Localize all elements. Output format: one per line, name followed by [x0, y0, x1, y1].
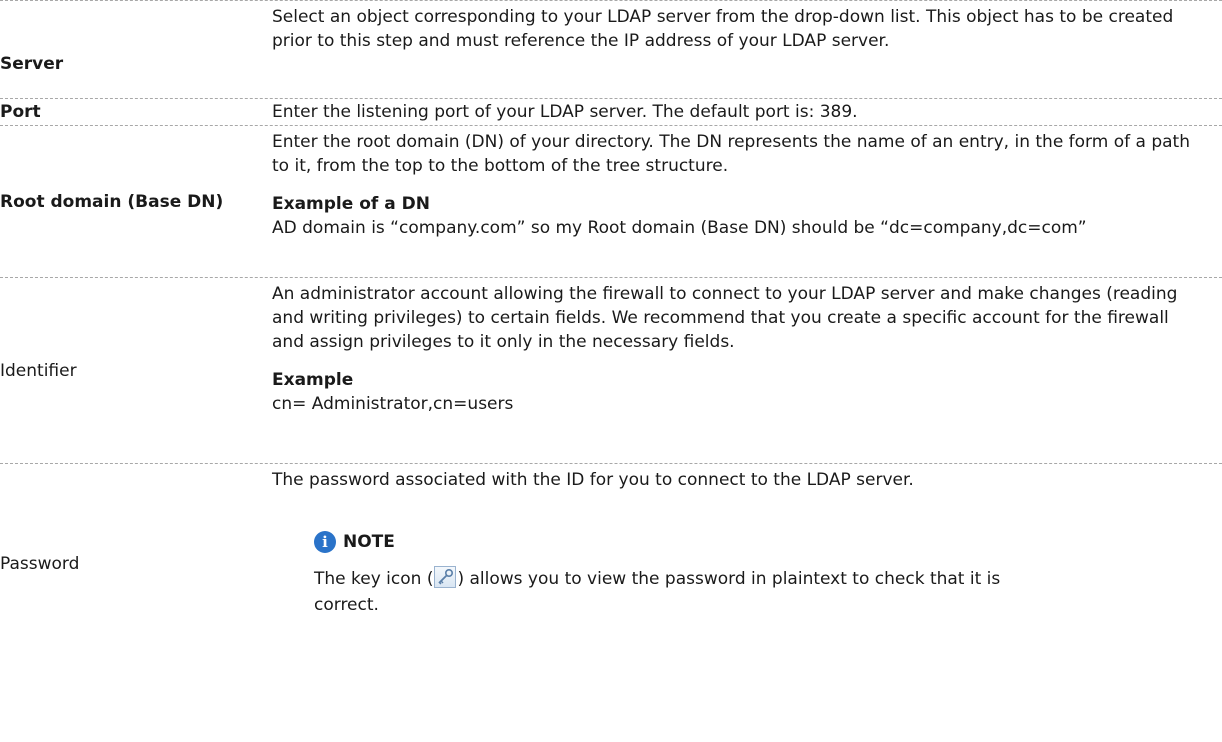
identifier-label: Identifier: [0, 360, 77, 381]
info-icon: i: [314, 531, 336, 553]
note-block: i NOTE The key icon ( ) allows you to vi…: [314, 530, 1202, 618]
note-title: i NOTE: [314, 530, 1202, 554]
note-text-before: The key icon (: [314, 569, 434, 589]
password-label: Password: [0, 554, 80, 574]
password-description: The password associated with the ID for …: [272, 464, 1222, 742]
note-text: The key icon ( ) allows you to view the …: [314, 566, 1014, 618]
server-description-text: Select an object corresponding to your L…: [272, 7, 1174, 51]
identifier-description-text: An administrator account allowing the fi…: [272, 284, 1178, 352]
key-icon: [434, 566, 457, 588]
row-identifier: Identifier An administrator account allo…: [0, 277, 1222, 463]
port-description-text: Enter the listening port of your LDAP se…: [272, 102, 858, 122]
root-domain-description: Enter the root domain (DN) of your direc…: [272, 126, 1222, 277]
server-description: Select an object corresponding to your L…: [272, 1, 1222, 98]
root-domain-example-text: AD domain is “company.com” so my Root do…: [272, 218, 1087, 238]
port-label: Port: [0, 102, 41, 122]
row-root-domain: Root domain (Base DN) Enter the root dom…: [0, 125, 1222, 277]
identifier-example-text: cn= Administrator,cn=users: [272, 394, 514, 414]
identifier-description: An administrator account allowing the fi…: [272, 278, 1222, 463]
row-server: Server Select an object corresponding to…: [0, 0, 1222, 98]
server-label: Server: [0, 53, 64, 74]
root-domain-description-text: Enter the root domain (DN) of your direc…: [272, 132, 1190, 176]
note-title-text: NOTE: [343, 532, 395, 552]
root-domain-label: Root domain (Base DN): [0, 191, 224, 212]
password-description-text: The password associated with the ID for …: [272, 470, 914, 490]
row-port: Port Enter the listening port of your LD…: [0, 98, 1222, 125]
ldap-settings-table: Server Select an object corresponding to…: [0, 0, 1222, 742]
identifier-example-heading: Example: [272, 370, 354, 390]
root-domain-example-heading: Example of a DN: [272, 194, 430, 214]
port-description: Enter the listening port of your LDAP se…: [272, 99, 1222, 125]
row-password: Password The password associated with th…: [0, 463, 1222, 742]
